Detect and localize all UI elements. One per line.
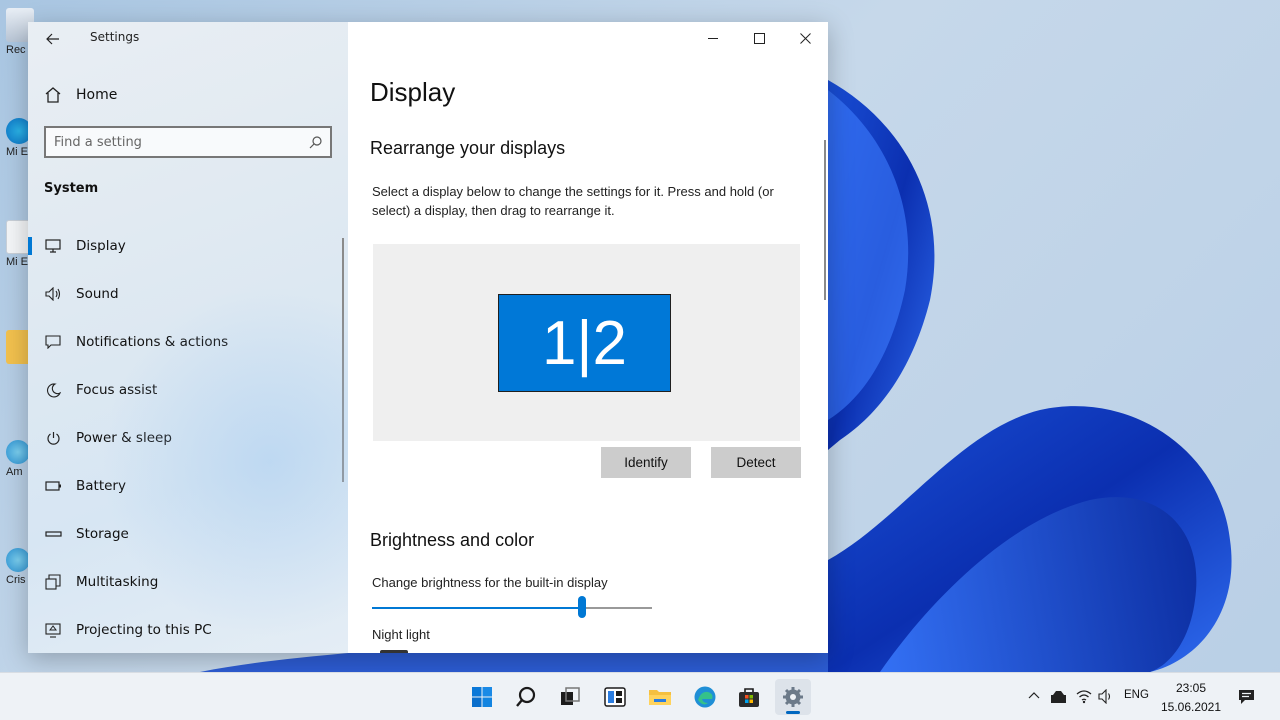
app-icon	[6, 548, 30, 572]
sidebar-item-sound[interactable]: Sound	[28, 270, 348, 318]
chevron-up-icon[interactable]	[1028, 690, 1040, 702]
store-button[interactable]	[731, 679, 767, 715]
close-icon	[799, 32, 811, 44]
device-icon[interactable]	[1050, 690, 1068, 704]
widgets-icon	[604, 687, 626, 707]
widgets-button[interactable]	[597, 679, 633, 715]
file-explorer-button[interactable]	[642, 679, 678, 715]
content-scrollbar[interactable]	[824, 140, 826, 300]
running-indicator	[786, 711, 800, 714]
maximize-button[interactable]	[736, 22, 782, 54]
search-input[interactable]	[54, 134, 309, 150]
rearrange-heading: Rearrange your displays	[370, 138, 566, 158]
slider-track	[582, 607, 652, 609]
sidebar-nav: Display Sound Notifications & actions Fo…	[28, 222, 348, 653]
sidebar-item-notifications[interactable]: Notifications & actions	[28, 318, 348, 366]
back-arrow-icon	[46, 33, 59, 45]
volume-icon[interactable]	[1098, 689, 1114, 704]
home-link[interactable]: Home	[44, 84, 117, 106]
sidebar-item-multitasking[interactable]: Multitasking	[28, 558, 348, 606]
brightness-slider[interactable]	[372, 596, 652, 626]
power-icon	[44, 429, 62, 447]
content-pane: Display Rearrange your displays Select a…	[348, 22, 828, 653]
minimize-button[interactable]	[690, 22, 736, 54]
notification-icon	[44, 333, 62, 351]
display-tile[interactable]: 1|2	[498, 294, 671, 392]
close-button[interactable]	[782, 22, 828, 54]
clock-date: 15.06.2021	[1160, 700, 1222, 714]
sidebar-item-label: Storage	[76, 526, 129, 542]
identify-button[interactable]: Identify	[601, 447, 691, 478]
sidebar-item-projecting[interactable]: Projecting to this PC	[28, 606, 348, 653]
clock[interactable]: 23:05 15.06.2021	[1156, 679, 1226, 717]
brightness-label: Change brightness for the built-in displ…	[372, 575, 608, 590]
settings-window: Settings Home System Display	[28, 22, 828, 653]
taskbar: ENG 23:05 15.06.2021	[0, 672, 1280, 720]
sidebar-item-label: Focus assist	[76, 382, 158, 398]
task-view-icon	[561, 687, 580, 705]
sidebar-item-focus-assist[interactable]: Focus assist	[28, 366, 348, 414]
sidebar-item-label: Notifications & actions	[76, 334, 229, 350]
clock-time: 23:05	[1175, 681, 1207, 695]
night-light-toggle[interactable]	[380, 650, 408, 653]
search-box[interactable]	[44, 126, 332, 158]
notification-center-icon[interactable]	[1238, 689, 1255, 705]
maximize-icon	[753, 32, 765, 44]
night-light-label: Night light	[372, 627, 430, 642]
task-view-button[interactable]	[552, 679, 588, 715]
sidebar-item-battery[interactable]: Battery	[28, 462, 348, 510]
home-label: Home	[76, 87, 118, 103]
moon-icon	[44, 381, 62, 399]
brightness-heading: Brightness and color	[370, 530, 535, 550]
app-title: Settings	[90, 30, 140, 44]
sidebar-item-label: Battery	[76, 478, 126, 494]
slider-track-filled	[372, 607, 582, 609]
sidebar-scrollbar[interactable]	[342, 238, 344, 482]
projecting-icon	[44, 621, 62, 639]
back-button[interactable]	[40, 28, 66, 50]
start-button[interactable]	[464, 679, 500, 715]
sidebar-item-label: Display	[76, 238, 126, 254]
page-title: Display	[370, 77, 456, 107]
app-icon	[6, 440, 30, 464]
sidebar-item-label: Sound	[76, 286, 119, 302]
sidebar-item-power-sleep[interactable]: Power & sleep	[28, 414, 348, 462]
edge-button[interactable]	[687, 679, 723, 715]
file-explorer-icon	[649, 690, 671, 705]
settings-button[interactable]	[775, 679, 811, 715]
sidebar-item-label: Power & sleep	[76, 430, 172, 446]
start-icon	[472, 687, 492, 707]
monitor-icon	[44, 237, 62, 255]
search-button[interactable]	[508, 679, 544, 715]
search-icon	[309, 135, 322, 148]
sidebar: Settings Home System Display	[28, 22, 348, 653]
edge-icon	[694, 686, 716, 708]
search-icon	[516, 686, 536, 707]
section-label: System	[44, 181, 99, 196]
speaker-icon	[44, 285, 62, 303]
storage-icon	[44, 525, 62, 543]
display-arrangement-area[interactable]: 1|2	[373, 244, 800, 441]
sidebar-item-storage[interactable]: Storage	[28, 510, 348, 558]
store-icon	[739, 688, 759, 707]
home-icon	[45, 87, 61, 103]
detect-button[interactable]: Detect	[711, 447, 801, 478]
minimize-icon	[707, 37, 718, 39]
rearrange-description: Select a display below to change the set…	[372, 184, 774, 218]
battery-icon	[44, 477, 62, 495]
language-indicator[interactable]: ENG	[1124, 689, 1149, 701]
slider-thumb[interactable]	[578, 596, 586, 618]
settings-icon	[783, 687, 803, 707]
sidebar-item-display[interactable]: Display	[28, 222, 348, 270]
sidebar-item-label: Projecting to this PC	[76, 622, 212, 638]
sidebar-item-label: Multitasking	[76, 574, 159, 590]
multitasking-icon	[44, 573, 62, 591]
wifi-icon[interactable]	[1076, 689, 1092, 704]
